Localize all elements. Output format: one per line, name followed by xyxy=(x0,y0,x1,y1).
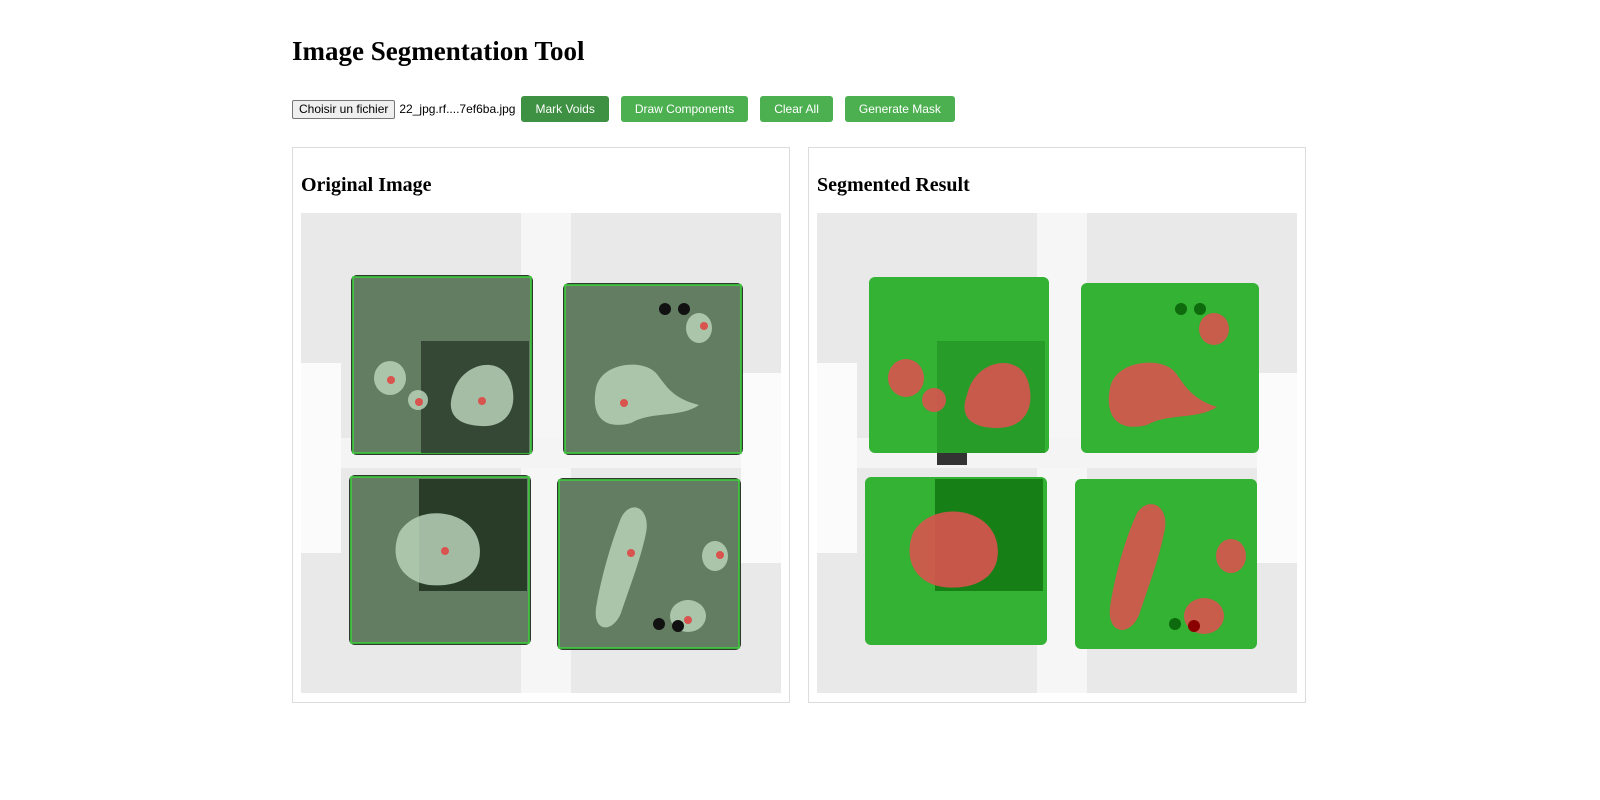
void-region[interactable] xyxy=(395,513,480,586)
hole xyxy=(678,303,690,315)
segmented-result-canvas xyxy=(817,213,1297,693)
void-mask xyxy=(909,511,998,588)
hole xyxy=(1188,620,1200,632)
xray-lead-left xyxy=(301,363,341,553)
page-title: Image Segmentation Tool xyxy=(292,36,585,66)
void-marker-dot[interactable] xyxy=(478,397,486,405)
void-mask xyxy=(1199,313,1229,345)
hole xyxy=(1175,303,1187,315)
selected-file-name: 22_jpg.rf....7ef6ba.jpg xyxy=(399,102,516,116)
void-mask xyxy=(1216,539,1246,573)
void-region[interactable] xyxy=(702,541,728,571)
xray-lead-left xyxy=(817,363,857,553)
void-marker-dot[interactable] xyxy=(716,551,724,559)
toolbar: Choisir un fichier 22_jpg.rf....7ef6ba.j… xyxy=(292,96,967,122)
void-marker-dot[interactable] xyxy=(415,398,423,406)
void-region[interactable] xyxy=(686,313,712,343)
hole xyxy=(1194,303,1206,315)
hole xyxy=(653,618,665,630)
void-marker-dot[interactable] xyxy=(700,322,708,330)
void-mask xyxy=(922,388,946,412)
choose-file-button[interactable]: Choisir un fichier xyxy=(292,99,396,119)
hole xyxy=(672,620,684,632)
hole xyxy=(659,303,671,315)
draw-components-button[interactable]: Draw Components xyxy=(620,96,749,122)
original-xray-image[interactable] xyxy=(301,213,781,693)
xray-lead-right xyxy=(741,373,781,563)
void-marker-dot[interactable] xyxy=(620,399,628,407)
original-image-panel: Original Image xyxy=(292,147,790,703)
xray-lead-right xyxy=(1257,373,1297,563)
generate-mask-button[interactable]: Generate Mask xyxy=(844,96,955,122)
void-marker-dot[interactable] xyxy=(627,549,635,557)
segmented-result-title: Segmented Result xyxy=(817,174,970,196)
void-marker-dot[interactable] xyxy=(441,547,449,555)
mark-voids-button[interactable]: Mark Voids xyxy=(521,96,609,122)
segmented-mask-image xyxy=(817,213,1297,693)
hole xyxy=(1169,618,1181,630)
void-marker-dot[interactable] xyxy=(684,616,692,624)
component-box[interactable] xyxy=(564,284,742,454)
clear-all-button[interactable]: Clear All xyxy=(760,96,833,122)
void-marker-dot[interactable] xyxy=(387,376,395,384)
original-image-canvas[interactable] xyxy=(301,213,781,693)
segmented-result-panel: Segmented Result xyxy=(808,147,1306,703)
original-image-title: Original Image xyxy=(301,174,432,196)
void-mask xyxy=(888,359,924,397)
